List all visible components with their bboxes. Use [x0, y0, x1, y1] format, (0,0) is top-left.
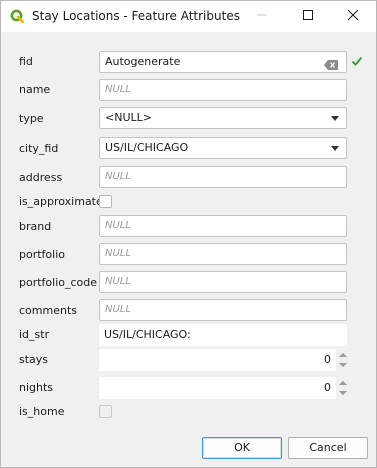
address-label: address: [19, 171, 63, 184]
comments-label: comments: [19, 304, 77, 317]
qgis-icon: [10, 9, 25, 24]
chevron-up-icon[interactable]: [339, 353, 347, 357]
comments-field[interactable]: NULL: [99, 299, 347, 321]
brand-field[interactable]: NULL: [99, 215, 347, 237]
is-approximate-label: is_approximate: [19, 195, 103, 208]
city-fid-dropdown[interactable]: US/IL/CHICAGO: [99, 137, 347, 159]
chevron-down-icon[interactable]: [339, 391, 347, 395]
chevron-up-icon[interactable]: [339, 381, 347, 385]
nights-spin-buttons[interactable]: [337, 377, 348, 399]
type-label: type: [19, 112, 44, 125]
close-icon: [347, 9, 359, 23]
clear-field-icon[interactable]: [324, 57, 338, 70]
minimize-button[interactable]: [239, 1, 285, 32]
brand-label: brand: [19, 220, 52, 233]
name-label: name: [19, 83, 51, 96]
chevron-down-icon: [331, 146, 339, 151]
chevron-down-icon: [331, 116, 339, 121]
is-home-label: is_home: [19, 405, 65, 418]
stays-spin-buttons[interactable]: [337, 349, 348, 371]
id-str-value: US/IL/CHICAGO:: [99, 324, 347, 346]
type-dropdown[interactable]: <NULL>: [99, 107, 347, 129]
fid-field[interactable]: Autogenerate: [99, 51, 347, 73]
checkmark-icon: [351, 55, 363, 67]
minimize-icon: [257, 10, 267, 23]
name-field[interactable]: NULL: [99, 79, 347, 101]
close-button[interactable]: [330, 1, 376, 32]
chevron-down-icon[interactable]: [339, 363, 347, 367]
stays-spinbox[interactable]: 0: [99, 349, 336, 371]
feature-attributes-dialog: Stay Locations - Feature Attributes fid …: [0, 0, 377, 468]
maximize-button[interactable]: [285, 1, 331, 32]
id-str-label: id_str: [19, 328, 50, 341]
city-fid-selected-value: US/IL/CHICAGO: [105, 141, 189, 154]
cancel-button[interactable]: Cancel: [288, 437, 368, 459]
nights-label: nights: [19, 381, 54, 394]
is-approximate-checkbox[interactable]: [99, 195, 112, 208]
ok-button[interactable]: OK: [202, 437, 282, 459]
window-title: Stay Locations - Feature Attributes: [32, 9, 240, 23]
portfolio-label: portfolio: [19, 248, 65, 261]
nights-spinbox[interactable]: 0: [99, 377, 336, 399]
portfolio-code-field[interactable]: NULL: [99, 271, 347, 293]
type-selected-value: <NULL>: [105, 111, 152, 124]
portfolio-field[interactable]: NULL: [99, 243, 347, 265]
fid-value: Autogenerate: [105, 55, 181, 68]
city-fid-label: city_fid: [19, 142, 59, 155]
address-field[interactable]: NULL: [99, 166, 347, 188]
is-home-checkbox[interactable]: [99, 405, 112, 418]
title-bar[interactable]: Stay Locations - Feature Attributes: [1, 1, 376, 32]
fid-label: fid: [19, 55, 33, 68]
stays-label: stays: [19, 353, 49, 366]
portfolio-code-label: portfolio_code: [19, 276, 98, 289]
maximize-icon: [303, 10, 313, 23]
